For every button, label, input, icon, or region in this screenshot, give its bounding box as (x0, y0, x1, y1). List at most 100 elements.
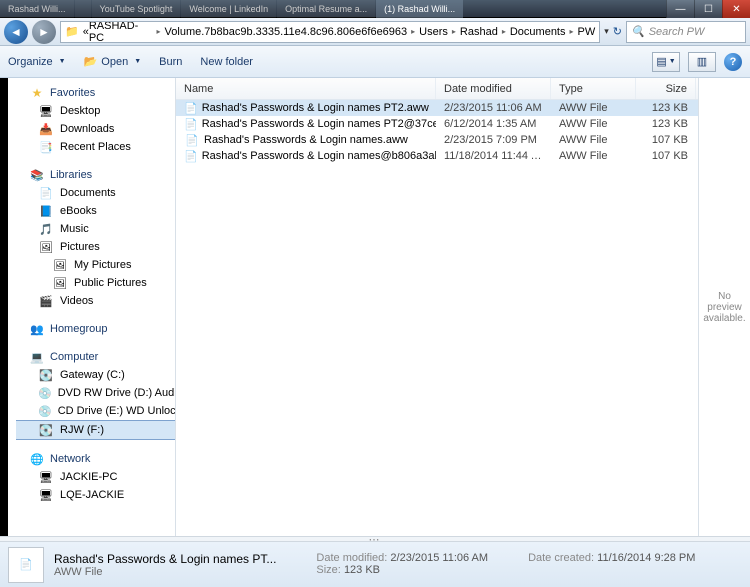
preview-icon: ▥ (697, 55, 707, 68)
browser-tab[interactable] (75, 0, 91, 18)
sidebar-item-dvd-drive[interactable]: DVD RW Drive (D:) Audio CD (16, 384, 175, 402)
cd-icon (38, 404, 52, 418)
maximize-button[interactable]: ☐ (694, 0, 722, 18)
file-size: 107 KB (636, 134, 696, 146)
sidebar-item-public-pictures[interactable]: Public Pictures (16, 274, 175, 292)
file-date: 6/12/2014 1:35 AM (436, 118, 551, 130)
address-bar: ◄ ► 📁 « RASHAD-PC▸ Volume.7b8bac9b.3335.… (0, 18, 750, 46)
sidebar-item-music[interactable]: Music (16, 220, 175, 238)
breadcrumb-sep: ▸ (157, 27, 161, 36)
column-headers: Name Date modified Type Size (176, 78, 698, 100)
file-icon (184, 133, 200, 147)
file-type: AWW File (551, 102, 636, 114)
sidebar-item-ebooks[interactable]: eBooks (16, 202, 175, 220)
details-filename: Rashad's Passwords & Login names PT... (54, 552, 276, 566)
sidebar-item-desktop[interactable]: Desktop (16, 102, 175, 120)
sidebar-item-downloads[interactable]: Downloads (16, 120, 175, 138)
back-button[interactable]: ◄ (4, 20, 28, 44)
breadcrumb-sep: ▸ (452, 27, 456, 36)
breadcrumb-sep: ▸ (411, 27, 415, 36)
network-group[interactable]: Network (16, 450, 175, 468)
file-name: Rashad's Passwords & Login names@b806a3a… (202, 150, 436, 162)
file-name: Rashad's Passwords & Login names.aww (204, 134, 408, 146)
homegroup-icon (29, 322, 45, 336)
breadcrumb[interactable]: 📁 « RASHAD-PC▸ Volume.7b8bac9b.3335.11e4… (60, 21, 600, 43)
file-date: 2/23/2015 11:06 AM (436, 102, 551, 114)
drive-icon (38, 423, 54, 437)
view-icon: ▤ (656, 55, 666, 68)
sidebar-item-pc-jackie[interactable]: JACKIE-PC (16, 468, 175, 486)
browser-tab[interactable]: (1) Rashad Willi... (376, 0, 463, 18)
search-icon: 🔍 (631, 25, 645, 38)
breadcrumb-item[interactable]: PW (578, 26, 596, 38)
breadcrumb-item[interactable]: Rashad (460, 26, 498, 38)
sidebar-item-documents[interactable]: Documents (16, 184, 175, 202)
help-button[interactable]: ? (724, 53, 742, 71)
pictures-icon (52, 276, 68, 290)
document-icon (38, 186, 54, 200)
minimize-button[interactable]: — (666, 0, 694, 18)
file-type: AWW File (551, 118, 636, 130)
column-type[interactable]: Type (551, 78, 636, 99)
computer-group[interactable]: Computer (16, 348, 175, 366)
file-size: 123 KB (636, 118, 696, 130)
file-row[interactable]: Rashad's Passwords & Login names PT2@37c… (176, 116, 698, 132)
details-modified: 2/23/2015 11:06 AM (390, 552, 488, 564)
sidebar-item-my-pictures[interactable]: My Pictures (16, 256, 175, 274)
open-button[interactable]: 📂Open▼ (84, 55, 142, 68)
history-dropdown[interactable]: ▾ (604, 26, 609, 37)
file-row[interactable]: Rashad's Passwords & Login names@b806a3a… (176, 148, 698, 164)
file-date: 2/23/2015 7:09 PM (436, 134, 551, 146)
search-placeholder: Search PW (649, 26, 705, 38)
chevron-down-icon: ▼ (669, 58, 676, 65)
sidebar-item-drive-c[interactable]: Gateway (C:) (16, 366, 175, 384)
file-type: AWW File (551, 134, 636, 146)
forward-button[interactable]: ► (32, 20, 56, 44)
file-row[interactable]: Rashad's Passwords & Login names.aww 2/23… (176, 132, 698, 148)
file-name: Rashad's Passwords & Login names PT2.aww (202, 102, 429, 114)
breadcrumb-sep: ▸ (570, 27, 574, 36)
search-input[interactable]: 🔍 Search PW (626, 21, 746, 43)
sidebar-item-recent[interactable]: Recent Places (16, 138, 175, 156)
file-icon (184, 101, 198, 115)
organize-button[interactable]: Organize▼ (8, 56, 66, 68)
column-name[interactable]: Name (176, 78, 436, 99)
left-edge (0, 78, 8, 536)
close-button[interactable]: ✕ (722, 0, 750, 18)
column-date[interactable]: Date modified (436, 78, 551, 99)
sidebar-item-cd-drive[interactable]: CD Drive (E:) WD Unlocker (16, 402, 175, 420)
new-folder-button[interactable]: New folder (200, 56, 253, 68)
computer-icon (29, 350, 45, 364)
libraries-group[interactable]: Libraries (16, 166, 175, 184)
browser-tab[interactable]: Rashad Willi... (0, 0, 74, 18)
column-size[interactable]: Size (636, 78, 696, 99)
sidebar-item-drive-f[interactable]: RJW (F:) (16, 420, 175, 440)
browser-tab[interactable]: Optimal Resume a... (277, 0, 375, 18)
homegroup-group[interactable]: Homegroup (16, 320, 175, 338)
file-thumbnail (8, 547, 44, 583)
window-titlebar: Rashad Willi... YouTube Spotlight Welcom… (0, 0, 750, 18)
burn-button[interactable]: Burn (159, 56, 182, 68)
sidebar-item-pc-lqe[interactable]: LQE-JACKIE (16, 486, 175, 504)
breadcrumb-item[interactable]: RASHAD-PC (89, 21, 153, 43)
preview-pane-button[interactable]: ▥ (688, 52, 716, 72)
breadcrumb-item[interactable]: Documents (510, 26, 566, 38)
favorites-group[interactable]: Favorites (16, 84, 175, 102)
details-size: 123 KB (344, 564, 380, 576)
breadcrumb-item[interactable]: Users (419, 26, 448, 38)
file-icon (184, 149, 198, 163)
drive-icon (38, 368, 54, 382)
sidebar-item-pictures[interactable]: Pictures (16, 238, 175, 256)
library-icon (29, 168, 45, 182)
file-row[interactable]: Rashad's Passwords & Login names PT2.aww… (176, 100, 698, 116)
browser-tab[interactable]: YouTube Spotlight (92, 0, 181, 18)
folder-icon: 📁 (65, 25, 79, 38)
refresh-button[interactable]: ↻ (613, 25, 622, 38)
browser-tab[interactable]: Welcome | LinkedIn (181, 0, 276, 18)
sidebar-item-videos[interactable]: Videos (16, 292, 175, 310)
details-pane: Rashad's Passwords & Login names PT... A… (0, 542, 750, 587)
music-icon (38, 222, 54, 236)
breadcrumb-item[interactable]: Volume.7b8bac9b.3335.11e4.8c96.806e6f6e6… (165, 26, 408, 38)
view-options-button[interactable]: ▤▼ (652, 52, 680, 72)
star-icon (29, 86, 45, 100)
